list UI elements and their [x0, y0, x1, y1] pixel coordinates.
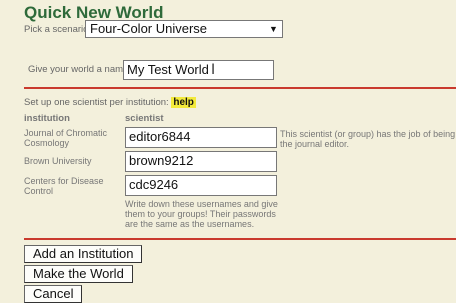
column-header-scientist: scientist [125, 113, 164, 124]
divider-top [24, 87, 456, 89]
column-header-institution: institution [24, 113, 70, 124]
scenario-value: Four-Color Universe [90, 21, 208, 36]
world-name-label: Give your world a name: [28, 64, 131, 75]
institution-name: Brown University [24, 156, 92, 166]
scenario-select[interactable]: Four-Color Universe ▼ [85, 20, 283, 38]
scientist-input[interactable]: cdc9246 [125, 175, 277, 196]
scientist-input[interactable]: brown9212 [125, 151, 277, 172]
editor-note: This scientist (or group) has the job of… [280, 129, 456, 149]
chevron-down-icon[interactable]: ▼ [267, 23, 280, 35]
scientist-input[interactable]: editor6844 [125, 127, 277, 148]
cancel-button[interactable]: Cancel [24, 285, 83, 303]
setup-text: Set up one scientist per institution: he… [24, 97, 196, 108]
make-world-button[interactable]: Make the World [24, 265, 133, 283]
text-cursor-icon: I [211, 62, 216, 78]
scenario-label: Pick a scenario: [24, 24, 92, 35]
add-institution-button[interactable]: Add an Institution [24, 245, 143, 263]
institution-name: Centers for Disease Control [24, 176, 104, 196]
help-link[interactable]: help [171, 97, 196, 108]
world-name-input[interactable]: My Test World [123, 60, 274, 80]
username-hint: Write down these usernames and give them… [125, 199, 278, 229]
divider-bottom [24, 238, 456, 240]
institution-name: Journal of Chromatic Cosmology [24, 128, 108, 148]
